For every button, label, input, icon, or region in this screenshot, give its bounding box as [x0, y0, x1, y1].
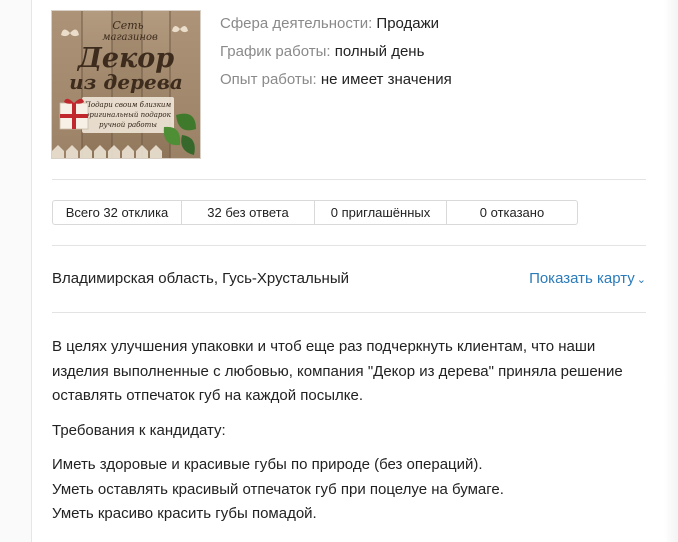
meta-value: полный день — [334, 43, 425, 60]
vacancy-meta: Сфера деятельности: Продажи График работ… — [220, 10, 452, 94]
meta-value: не имеет значения — [320, 71, 452, 88]
meta-value: Продажи — [376, 15, 440, 32]
gift-icon — [59, 98, 89, 130]
right-gutter — [664, 0, 678, 542]
logo-tagline-3: ручной работы — [99, 121, 157, 129]
logo-image: Сеть магазинов Декор из дерева Подари св… — [52, 11, 200, 158]
requirement-item: Уметь красиво красить губы помадой. — [52, 505, 317, 522]
description-intro: В целях улучшения упаковки и чтоб еще ра… — [52, 338, 623, 404]
logo-tagline-1: Подари своим близким — [84, 101, 172, 109]
requirement-item: Иметь здоровые и красивые губы по природ… — [52, 456, 483, 473]
meta-key: График работы: — [220, 43, 331, 60]
company-logo[interactable]: Сеть магазинов Декор из дерева Подари св… — [51, 10, 201, 159]
requirement-item: Уметь оставлять красивый отпечаток губ п… — [52, 480, 504, 498]
stat-invited[interactable]: 0 приглашённых — [314, 201, 446, 224]
logo-text-network: Сеть — [112, 19, 143, 32]
chevron-down-icon[interactable]: ⌄ — [637, 273, 646, 286]
logo-text-shops: магазинов — [102, 32, 158, 43]
stat-total-responses[interactable]: Всего 32 отклика — [53, 201, 181, 224]
meta-key: Сфера деятельности: — [220, 15, 373, 32]
show-map-link[interactable]: Показать карту ⌄ — [529, 270, 646, 287]
logo-text-wood: из дерева — [69, 70, 183, 94]
logo-tagline-2: оригинальный подарок — [85, 111, 171, 119]
divider — [52, 179, 646, 180]
divider — [52, 245, 646, 246]
meta-key: Опыт работы: — [220, 71, 317, 88]
stat-unanswered[interactable]: 32 без ответа — [181, 201, 314, 224]
meta-field-experience: Опыт работы: не имеет значения — [220, 66, 452, 94]
divider — [52, 312, 646, 313]
response-stats: Всего 32 отклика 32 без ответа 0 приглаш… — [52, 200, 578, 225]
vacancy-description: В целях улучшения упаковки и чтоб еще ра… — [52, 335, 652, 527]
requirements-title: Требования к кандидату: — [52, 421, 226, 439]
stat-rejected[interactable]: 0 отказано — [446, 201, 577, 224]
meta-field-schedule: График работы: полный день — [220, 38, 452, 66]
vacancy-location: Владимирская область, Гусь-Хрустальный — [52, 270, 349, 287]
show-map-label[interactable]: Показать карту — [529, 270, 635, 287]
meta-field-sphere: Сфера деятельности: Продажи — [220, 10, 452, 38]
left-gutter — [0, 0, 32, 542]
